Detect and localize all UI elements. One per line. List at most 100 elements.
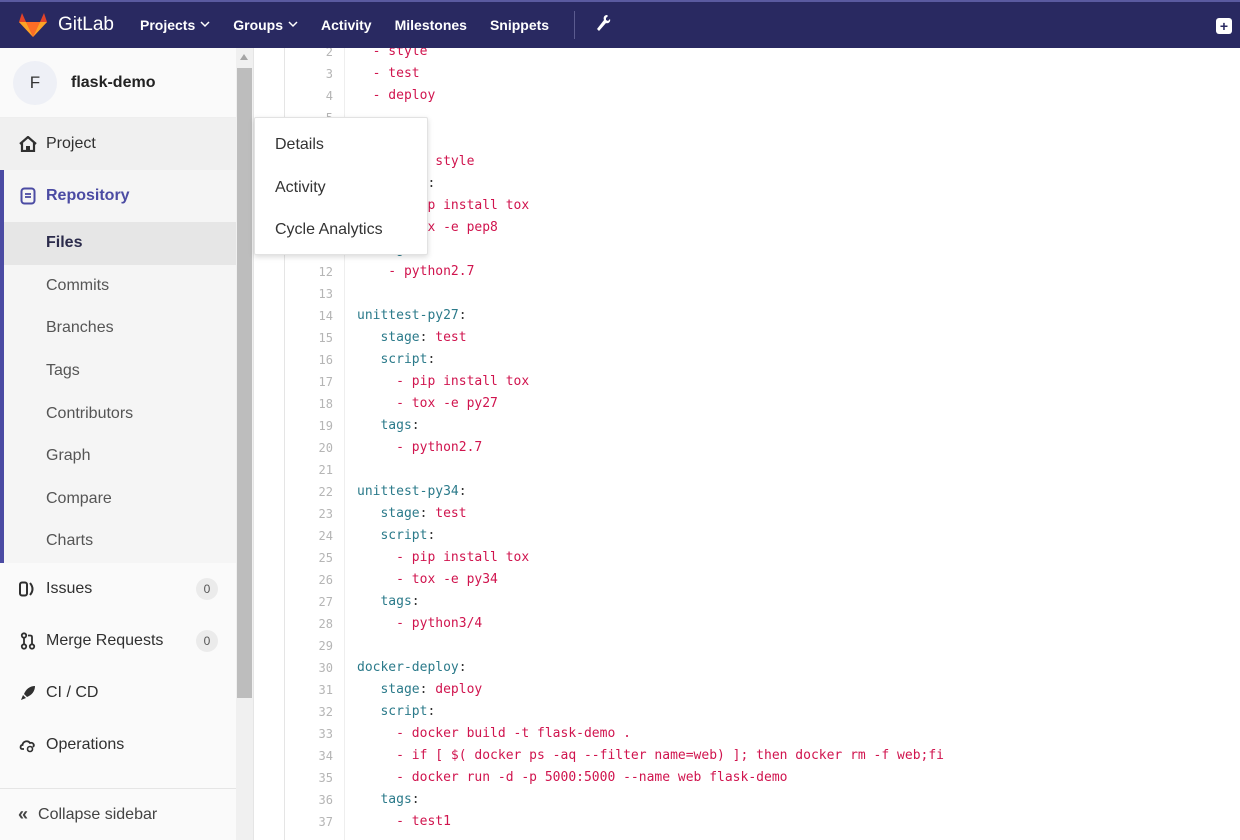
sidebar-subitem-files[interactable]: Files (4, 222, 236, 265)
yaml-key: unittest-py27 (357, 308, 459, 323)
double-chevron-left-icon: « (18, 804, 29, 824)
admin-wrench-icon[interactable] (595, 14, 611, 37)
line-number[interactable]: 28 (285, 613, 333, 635)
sidebar-item-repository[interactable]: Repository (4, 170, 236, 222)
yaml-punct: : (411, 594, 420, 609)
line-number[interactable]: 32 (285, 701, 333, 723)
sidebar-item-ci-cd[interactable]: CI / CD (0, 667, 236, 719)
nav-snippets[interactable]: Snippets (490, 17, 549, 33)
line-number[interactable]: 24 (285, 525, 333, 547)
line-number[interactable]: 31 (285, 679, 333, 701)
yaml-value: - if [ $( docker ps -aq --filter name=we… (357, 748, 944, 763)
rocket-icon (18, 684, 38, 702)
sidebar-subitem-tags[interactable]: Tags (4, 350, 236, 393)
code-line: unittest-py34: (357, 481, 467, 503)
line-number[interactable]: 33 (285, 723, 333, 745)
nav-milestones[interactable]: Milestones (395, 17, 467, 33)
line-number[interactable]: 14 (285, 305, 333, 327)
chevron-down-icon (200, 19, 210, 31)
line-number[interactable]: 15 (285, 327, 333, 349)
collapse-sidebar-button[interactable]: « Collapse sidebar (0, 788, 236, 840)
line-number[interactable]: 26 (285, 569, 333, 591)
nav-groups[interactable]: Groups (233, 17, 298, 33)
line-number[interactable]: 19 (285, 415, 333, 437)
line-number[interactable]: 21 (285, 459, 333, 481)
yaml-key: stage (357, 506, 420, 521)
yaml-key: unittest-py34 (357, 484, 459, 499)
line-number[interactable]: 12 (285, 261, 333, 283)
line-number[interactable]: 23 (285, 503, 333, 525)
scroll-up-arrow-icon[interactable] (240, 54, 248, 60)
nav-projects[interactable]: Projects (140, 17, 210, 33)
line-number[interactable]: 16 (285, 349, 333, 371)
line-number[interactable]: 36 (285, 789, 333, 811)
code-line: tags: (357, 789, 420, 811)
sidebar-subitem-charts[interactable]: Charts (4, 520, 236, 563)
flyout-item-activity[interactable]: Activity (255, 167, 427, 210)
line-number[interactable]: 30 (285, 657, 333, 679)
sidebar-item-issues[interactable]: Issues 0 (0, 563, 236, 615)
line-number[interactable]: 3 (285, 63, 333, 85)
new-item-plus-icon[interactable]: + (1216, 18, 1232, 34)
nav-label: Groups (233, 17, 284, 33)
home-icon (18, 136, 38, 152)
sidebar-subitem-compare[interactable]: Compare (4, 478, 236, 521)
line-number[interactable]: 34 (285, 745, 333, 767)
yaml-punct: : (458, 308, 467, 323)
line-number[interactable]: 17 (285, 371, 333, 393)
code-line: unittest-py27: (357, 305, 467, 327)
flyout-item-details[interactable]: Details (255, 124, 427, 167)
line-number[interactable]: 27 (285, 591, 333, 613)
sidebar-subitem-graph[interactable]: Graph (4, 435, 236, 478)
sidebar-project-header[interactable]: F flask-demo (0, 48, 236, 118)
code-line: - tox -e py27 (357, 393, 498, 415)
yaml-value: - deploy (357, 88, 436, 103)
line-number[interactable]: 18 (285, 393, 333, 415)
yaml-value: test (435, 506, 467, 521)
sidebar-scrollbar[interactable] (236, 48, 253, 840)
yaml-value: - tox -e py27 (357, 396, 498, 411)
repository-section: Repository Files Commits Branches Tags Contr… (0, 170, 236, 563)
yaml-key: tags (357, 792, 412, 807)
sidebar-item-operations[interactable]: Operations (0, 719, 236, 771)
line-number[interactable]: 35 (285, 767, 333, 789)
nav-activity[interactable]: Activity (321, 17, 372, 33)
code-line: - python2.7 (357, 437, 482, 459)
scrollbar-thumb[interactable] (237, 68, 252, 698)
yaml-value: - style (357, 48, 428, 59)
code-line: docker-deploy: (357, 657, 467, 679)
code-line: - python3/4 (357, 613, 482, 635)
yaml-punct: : (427, 528, 436, 543)
yaml-value: - tox -e py34 (357, 572, 498, 587)
code-line: - style (357, 48, 428, 63)
yaml-punct: : (458, 660, 467, 675)
sidebar-item-project[interactable]: Project (0, 118, 236, 170)
code-line: stage: deploy (357, 679, 482, 701)
sidebar-subitem-contributors[interactable]: Contributors (4, 392, 236, 435)
line-number[interactable]: 20 (285, 437, 333, 459)
line-number[interactable]: 13 (285, 283, 333, 305)
code-line: - test1 (357, 811, 451, 833)
nav-label: Milestones (394, 17, 467, 33)
code-line: script: (357, 525, 435, 547)
gitlab-home-link[interactable]: GitLab (18, 12, 114, 38)
project-name: flask-demo (71, 73, 156, 91)
issues-count-badge: 0 (196, 577, 218, 600)
flyout-item-cycle-analytics[interactable]: Cycle Analytics (255, 209, 427, 252)
sidebar-subitem-branches[interactable]: Branches (4, 307, 236, 350)
sidebar-item-label: Project (46, 135, 96, 152)
yaml-punct: : (419, 330, 436, 345)
code-line: - pip install tox (357, 547, 529, 569)
line-number[interactable]: 25 (285, 547, 333, 569)
line-number[interactable]: 2 (285, 48, 333, 63)
sidebar-subitem-commits[interactable]: Commits (4, 265, 236, 308)
merge-requests-count-badge: 0 (196, 629, 218, 652)
line-number[interactable]: 4 (285, 85, 333, 107)
yaml-value: style (435, 154, 475, 169)
line-number[interactable]: 22 (285, 481, 333, 503)
line-number[interactable]: 29 (285, 635, 333, 657)
yaml-key: tags (357, 418, 412, 433)
yaml-punct: : (411, 792, 420, 807)
sidebar-item-merge-requests[interactable]: Merge Requests 0 (0, 615, 236, 667)
line-number[interactable]: 37 (285, 811, 333, 833)
